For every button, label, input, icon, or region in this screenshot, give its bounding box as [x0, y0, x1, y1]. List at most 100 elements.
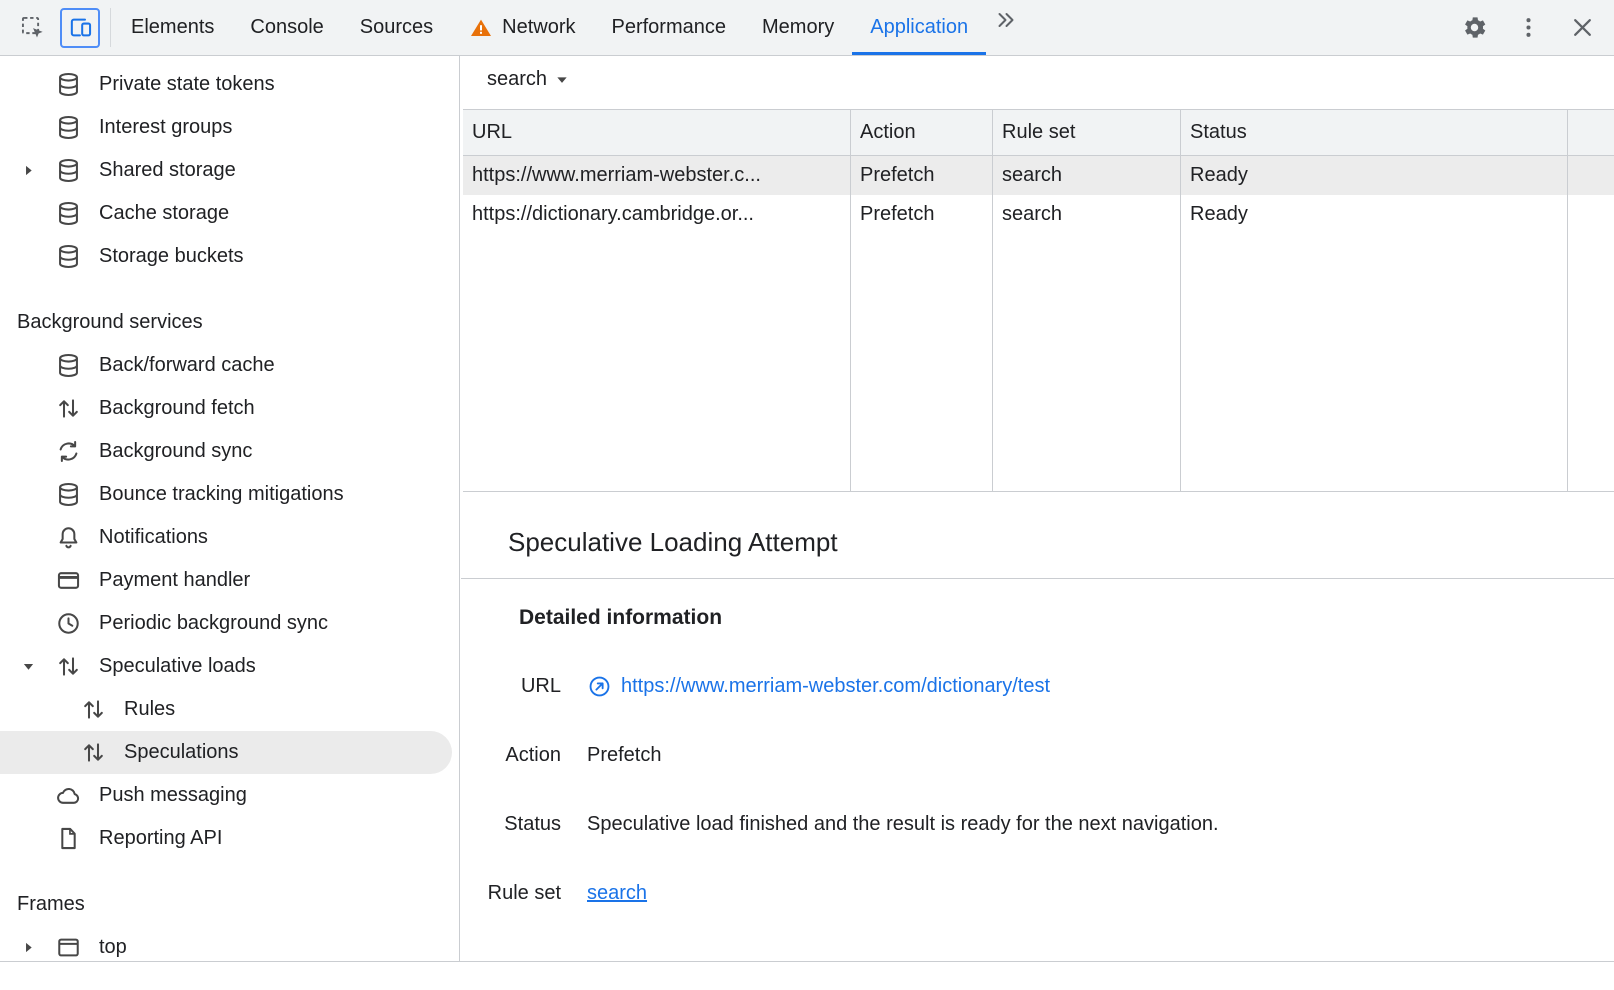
- toolbar-right-icons: [1454, 0, 1614, 55]
- column-header-action[interactable]: Action: [851, 110, 993, 155]
- tab-network[interactable]: Network: [451, 0, 593, 55]
- inspect-element-button[interactable]: [12, 8, 52, 48]
- devtools-window: Elements Console Sources Network Perform…: [0, 0, 1614, 990]
- cloud-icon: [55, 782, 82, 809]
- bell-icon: [55, 524, 82, 551]
- sidebar-item-bounce-tracking-mitigations[interactable]: Bounce tracking mitigations: [0, 473, 459, 516]
- tab-sources[interactable]: Sources: [342, 0, 451, 55]
- speculations-filter-bar: search: [461, 56, 1614, 103]
- inspect-icon: [19, 14, 46, 41]
- clock-icon: [55, 610, 82, 637]
- cell-url: https://www.merriam-webster.c...: [463, 156, 851, 195]
- detail-value: Speculative load finished and the result…: [587, 810, 1219, 838]
- column-header-status[interactable]: Status: [1181, 110, 1568, 155]
- tab-label: Performance: [612, 16, 727, 39]
- sidebar-item-speculations[interactable]: Speculations: [0, 731, 452, 774]
- tab-label: Elements: [131, 16, 214, 39]
- database-icon: [55, 200, 82, 227]
- payment-card-icon: [55, 567, 82, 594]
- device-toolbar-button[interactable]: [60, 8, 100, 48]
- devtools-toolbar: Elements Console Sources Network Perform…: [0, 0, 1614, 56]
- sidebar-item-label: Rules: [124, 698, 175, 721]
- tab-memory[interactable]: Memory: [744, 0, 852, 55]
- database-icon: [55, 157, 82, 184]
- close-devtools-button[interactable]: [1562, 8, 1602, 48]
- sidebar-item-payment-handler[interactable]: Payment handler: [0, 559, 459, 602]
- ruleset-filter-dropdown[interactable]: search: [487, 68, 569, 91]
- rule-set-link[interactable]: search: [587, 879, 647, 907]
- cell-action: Prefetch: [851, 156, 993, 195]
- sidebar-item-interest-groups[interactable]: Interest groups: [0, 106, 459, 149]
- arrows-up-down-icon: [55, 395, 82, 422]
- sidebar-item-rules[interactable]: Rules: [0, 688, 459, 731]
- sidebar-section-frames: Frames: [0, 883, 459, 926]
- sidebar-item-speculative-loads[interactable]: Speculative loads: [0, 645, 459, 688]
- sidebar-item-notifications[interactable]: Notifications: [0, 516, 459, 559]
- tab-label: Memory: [762, 16, 834, 39]
- column-header-rule-set[interactable]: Rule set: [993, 110, 1181, 155]
- sidebar-item-background-sync[interactable]: Background sync: [0, 430, 459, 473]
- sidebar-item-background-fetch[interactable]: Background fetch: [0, 387, 459, 430]
- detail-row-status: Status Speculative load finished and the…: [461, 810, 1614, 838]
- attempt-title: Speculative Loading Attempt: [508, 526, 838, 558]
- sidebar-item-label: Shared storage: [99, 159, 236, 182]
- expand-arrow-icon[interactable]: [20, 939, 37, 956]
- sidebar-item-push-messaging[interactable]: Push messaging: [0, 774, 459, 817]
- sidebar-item-label: Cache storage: [99, 202, 229, 225]
- attempt-details: Detailed information URL https://www.mer…: [461, 579, 1614, 907]
- table-row[interactable]: https://www.merriam-webster.c... Prefetc…: [463, 156, 1614, 195]
- table-row[interactable]: https://dictionary.cambridge.or... Prefe…: [463, 195, 1614, 234]
- more-tabs-button[interactable]: [986, 0, 1026, 40]
- sidebar-item-periodic-background-sync[interactable]: Periodic background sync: [0, 602, 459, 645]
- sidebar-item-back-forward-cache[interactable]: Back/forward cache: [0, 344, 459, 387]
- database-icon: [55, 243, 82, 270]
- sidebar-item-label: Periodic background sync: [99, 612, 328, 635]
- toolbar-left-icons: [0, 0, 108, 55]
- frame-icon: [55, 934, 82, 961]
- collapse-arrow-icon[interactable]: [20, 658, 37, 675]
- device-toolbar-icon: [67, 14, 94, 41]
- open-url-icon[interactable]: [587, 674, 612, 699]
- arrows-up-down-icon: [80, 696, 107, 723]
- sidebar-item-label: Notifications: [99, 526, 208, 549]
- detail-row-action: Action Prefetch: [461, 741, 1614, 769]
- sidebar-item-label: Speculations: [124, 741, 239, 764]
- detail-row-rule-set: Rule set search: [461, 879, 1614, 907]
- tab-elements[interactable]: Elements: [113, 0, 232, 55]
- cell-url: https://dictionary.cambridge.or...: [463, 195, 851, 234]
- tab-application[interactable]: Application: [852, 0, 986, 55]
- sidebar-item-label: Private state tokens: [99, 73, 275, 96]
- gear-icon: [1461, 14, 1488, 41]
- dropdown-arrow-icon: [555, 73, 569, 87]
- speculations-table: URL Action Rule set Status https://www.m…: [463, 109, 1614, 492]
- database-icon: [55, 71, 82, 98]
- sidebar-item-label: Background fetch: [99, 397, 255, 420]
- attempt-url-link[interactable]: https://www.merriam-webster.com/dictiona…: [621, 672, 1050, 700]
- table-empty-area: [463, 234, 1614, 491]
- sidebar-item-label: Background sync: [99, 440, 252, 463]
- detail-row-url: URL https://www.merriam-webster.com/dict…: [461, 672, 1614, 700]
- settings-button[interactable]: [1454, 8, 1494, 48]
- sidebar-item-label: Payment handler: [99, 569, 250, 592]
- tab-label: Application: [870, 16, 968, 39]
- bottom-divider: [0, 961, 1614, 990]
- customize-menu-button[interactable]: [1508, 8, 1548, 48]
- expand-arrow-icon[interactable]: [20, 162, 37, 179]
- close-icon: [1569, 14, 1596, 41]
- cell-action: Prefetch: [851, 195, 993, 234]
- cell-rule-set: search: [993, 195, 1181, 234]
- database-icon: [55, 352, 82, 379]
- sidebar-item-shared-storage[interactable]: Shared storage: [0, 149, 459, 192]
- sidebar-item-storage-buckets[interactable]: Storage buckets: [0, 235, 459, 278]
- sidebar-item-reporting-api[interactable]: Reporting API: [0, 817, 459, 860]
- detail-label: URL: [461, 672, 561, 700]
- detail-value: Prefetch: [587, 741, 661, 769]
- sidebar-item-private-state-tokens[interactable]: Private state tokens: [0, 63, 459, 106]
- tab-performance[interactable]: Performance: [594, 0, 745, 55]
- sidebar-item-cache-storage[interactable]: Cache storage: [0, 192, 459, 235]
- tab-console[interactable]: Console: [232, 0, 341, 55]
- detail-label: Rule set: [461, 879, 561, 907]
- sidebar-item-label: Back/forward cache: [99, 354, 275, 377]
- sidebar-item-label: Bounce tracking mitigations: [99, 483, 344, 506]
- column-header-url[interactable]: URL: [463, 110, 851, 155]
